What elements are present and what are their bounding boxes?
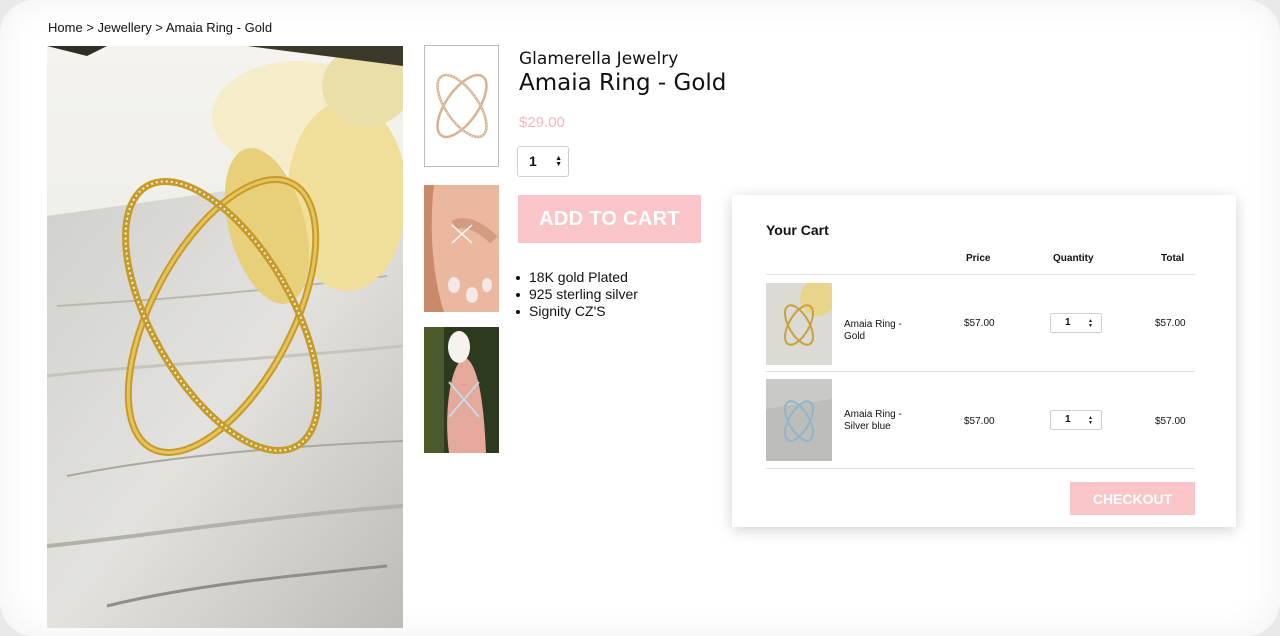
product-title: Amaia Ring - Gold	[519, 70, 727, 96]
chevron-up-down-icon: ▲ ▼	[1088, 415, 1093, 426]
cart-item-total: $57.00	[1155, 318, 1186, 329]
breadcrumb: Home > Jewellery > Amaia Ring - Gold	[48, 20, 272, 35]
cart-item-name[interactable]: Amaia Ring - Gold	[844, 319, 914, 343]
add-to-cart-button[interactable]: ADD TO CART	[518, 195, 701, 243]
column-header-price: Price	[966, 253, 991, 264]
breadcrumb-home[interactable]: Home	[48, 20, 83, 35]
cart-item-quantity-select[interactable]: 1 ▲ ▼	[1050, 313, 1102, 333]
chevron-up-down-icon: ▲ ▼	[555, 155, 562, 168]
quantity-value: 1	[529, 153, 537, 169]
product-price: $29.00	[519, 114, 565, 131]
feature-list: 18K gold Plated 925 sterling silver Sign…	[516, 269, 638, 320]
feature-item: 925 sterling silver	[516, 286, 638, 302]
chevron-up-down-icon: ▲ ▼	[1088, 318, 1093, 329]
divider	[766, 371, 1195, 372]
brand-name: Glamerella Jewelry	[519, 49, 679, 69]
cart-row: Amaia Ring - Silver blue $57.00 1 ▲ ▼ $57…	[766, 379, 1195, 461]
cart-item-image[interactable]	[766, 283, 832, 365]
cart-panel: Your Cart Price Quantity Total Amaia Rin…	[732, 195, 1236, 527]
page-frame: Home > Jewellery > Amaia Ring - Gold Gla…	[0, 0, 1280, 636]
thumbnail-2[interactable]	[424, 185, 499, 312]
feature-item: Signity CZ'S	[516, 303, 638, 320]
cart-item-quantity-select[interactable]: 1 ▲ ▼	[1050, 410, 1102, 430]
thumbnail-1[interactable]	[424, 45, 499, 167]
cart-item-price: $57.00	[964, 318, 995, 329]
checkout-button[interactable]: CHECKOUT	[1070, 482, 1195, 515]
cart-item-price: $57.00	[964, 416, 995, 427]
cart-item-quantity: 1	[1065, 414, 1071, 425]
divider	[766, 274, 1195, 275]
thumbnail-3[interactable]	[424, 327, 499, 453]
cart-item-quantity: 1	[1065, 317, 1071, 328]
cart-item-image[interactable]	[766, 379, 832, 461]
cart-row: Amaia Ring - Gold $57.00 1 ▲ ▼ $57.00	[766, 283, 1195, 365]
breadcrumb-separator: >	[155, 20, 163, 35]
cart-title: Your Cart	[766, 222, 829, 238]
column-header-total: Total	[1161, 253, 1185, 264]
quantity-select[interactable]: 1 ▲ ▼	[517, 146, 569, 177]
cart-item-name[interactable]: Amaia Ring - Silver blue	[844, 409, 914, 433]
cart-item-total: $57.00	[1155, 416, 1186, 427]
column-header-quantity: Quantity	[1053, 253, 1094, 264]
breadcrumb-current: Amaia Ring - Gold	[165, 20, 273, 35]
divider	[766, 468, 1195, 469]
breadcrumb-category[interactable]: Jewellery	[98, 20, 152, 35]
breadcrumb-separator: >	[86, 20, 94, 35]
main-product-image	[47, 46, 403, 628]
feature-item: 18K gold Plated	[516, 269, 638, 286]
